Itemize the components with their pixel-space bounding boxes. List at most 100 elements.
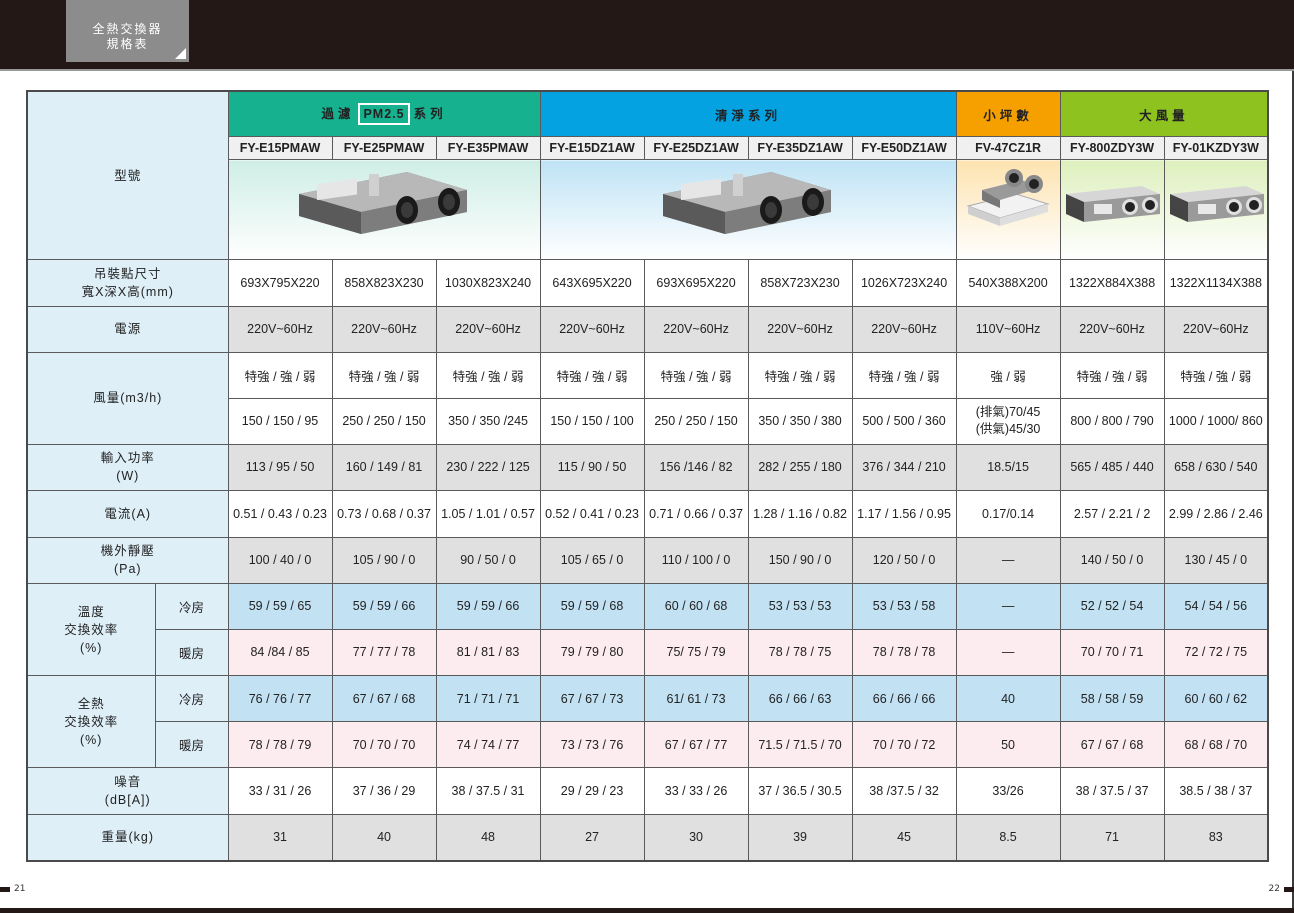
cell-temp-cooling: 59 / 59 / 68 [539,583,645,630]
group-filter-suffix: 系列 [413,107,447,122]
cell-static-pressure: 140 / 50 / 0 [1059,536,1165,585]
cell-current: 0.52 / 0.41 / 0.23 [539,490,645,538]
cell-temp-cooling: 60 / 60 / 68 [643,583,749,630]
model-name: FY-800ZDY3W [1059,136,1165,161]
model-name: FY-01KZDY3W [1163,136,1269,161]
cell-total-heating: 71.5 / 71.5 / 70 [747,720,853,769]
row-temp-eff-heating: 暖房 84 /84 / 85 77 / 77 / 78 81 / 81 / 83… [27,628,1269,677]
cell-temp-heating: — [955,628,1061,677]
cell-airflow-value: 150 / 150 / 100 [539,398,645,445]
cell-temp-heating: 77 / 77 / 78 [331,628,437,677]
row-label-temp-eff: 溫度 交換效率 (%) [26,583,156,677]
cell-input-power: 156 /146 / 82 [643,443,749,492]
cell-total-heating: 70 / 70 / 72 [851,720,957,769]
row-label-heating: 暖房 [154,720,229,769]
cell-dimensions: 858X723X230 [747,259,853,307]
product-image-large-2 [1163,159,1269,261]
cell-static-pressure: 90 / 50 / 0 [435,536,541,585]
cell-power-supply: 220V~60Hz [851,305,957,353]
row-total-eff-heating: 暖房 78 / 78 / 79 70 / 70 / 70 74 / 74 / 7… [27,720,1269,769]
cell-temp-cooling: — [955,583,1061,630]
compact-unit-image [966,169,1050,227]
cell-total-cooling: 60 / 60 / 62 [1163,675,1269,722]
corner-triangle-icon [175,48,186,59]
cell-total-heating: 67 / 67 / 77 [643,720,749,769]
cell-dimensions: 1026X723X240 [851,259,957,307]
group-filter-pm25: 過濾 PM2.5 系列 [227,90,541,138]
cell-weight: 48 [435,813,541,862]
row-current: 電流(A) 0.51 / 0.43 / 0.23 0.73 / 0.68 / 0… [26,490,1269,538]
model-name: FY-E35PMAW [435,136,541,161]
row-input-power: 輸入功率 (W) 113 / 95 / 50 160 / 149 / 81 230… [26,443,1269,492]
page-number-right: 22 [1269,884,1294,894]
cell-input-power: 230 / 222 / 125 [435,443,541,492]
group-large: 大風量 [1059,90,1269,138]
cell-airflow-value: 800 / 800 / 790 [1059,398,1165,445]
cell-current: 1.28 / 1.16 / 0.82 [747,490,853,538]
cell-airflow-value: 250 / 250 / 150 [331,398,437,445]
cell-total-heating: 70 / 70 / 70 [331,720,437,769]
cell-input-power: 658 / 630 / 540 [1163,443,1269,492]
cell-temp-heating: 81 / 81 / 83 [435,628,541,677]
group-clean: 清淨系列 [539,90,957,138]
cell-weight: 40 [331,813,437,862]
page-marker-icon [1284,886,1294,892]
cell-total-heating: 73 / 73 / 76 [539,720,645,769]
cell-power-supply: 220V~60Hz [227,305,333,353]
cell-static-pressure: — [955,536,1061,585]
section-tag: 全熱交換器 規格表 [66,0,189,62]
page-number-left: 21 [0,884,25,894]
cell-power-supply: 220V~60Hz [1163,305,1269,353]
cell-input-power: 282 / 255 / 180 [747,443,853,492]
cell-airflow-value: 150 / 150 / 95 [227,398,333,445]
cell-noise: 38 / 37.5 / 37 [1059,767,1165,815]
row-label-power-supply: 電源 [26,305,229,353]
cell-total-cooling: 61/ 61 / 73 [643,675,749,722]
cell-temp-cooling: 59 / 59 / 65 [227,583,333,630]
large-unit-image [1066,186,1161,223]
product-image-clean [539,159,957,261]
pm25-badge: PM2.5 [358,103,410,126]
cell-weight: 8.5 [955,813,1061,862]
cell-dimensions: 540X388X200 [955,259,1061,307]
cell-total-cooling: 66 / 66 / 66 [851,675,957,722]
row-power-supply: 電源 220V~60Hz 220V~60Hz 220V~60Hz 220V~60… [26,305,1269,353]
cell-current: 0.51 / 0.43 / 0.23 [227,490,333,538]
cell-current: 2.57 / 2.21 / 2 [1059,490,1165,538]
cell-noise: 33 / 33 / 26 [643,767,749,815]
model-name: FY-E15PMAW [227,136,333,161]
cell-temp-cooling: 52 / 52 / 54 [1059,583,1165,630]
cell-weight: 83 [1163,813,1269,862]
row-temp-eff-cooling: 溫度 交換效率 (%) 冷房 59 / 59 / 65 59 / 59 / 66 5… [26,583,1269,677]
group-small: 小坪數 [955,90,1061,138]
model-name: FY-E25PMAW [331,136,437,161]
cell-noise: 38 /37.5 / 32 [851,767,957,815]
row-label-static-pressure: 機外靜壓 (Pa) [26,536,229,585]
cell-dimensions: 693X795X220 [227,259,333,307]
product-image-large-1 [1059,159,1165,261]
cell-current: 0.71 / 0.66 / 0.37 [643,490,749,538]
cell-static-pressure: 120 / 50 / 0 [851,536,957,585]
cell-input-power: 376 / 344 / 210 [851,443,957,492]
cell-total-heating: 67 / 67 / 68 [1059,720,1165,769]
cell-total-heating: 68 / 68 / 70 [1163,720,1269,769]
large-unit-image [1169,186,1264,223]
cell-total-cooling: 66 / 66 / 63 [747,675,853,722]
cell-airflow-mode: 特強 / 強 / 弱 [1163,351,1269,400]
cell-airflow-value: 350 / 350 / 380 [747,398,853,445]
cell-power-supply: 220V~60Hz [643,305,749,353]
cell-airflow-mode: 特強 / 強 / 弱 [643,351,749,400]
cell-noise: 37 / 36 / 29 [331,767,437,815]
row-weight: 重量(kg) 31 40 48 27 30 39 45 8.5 71 83 [26,813,1269,862]
cell-dimensions: 693X695X220 [643,259,749,307]
row-label-cooling: 冷房 [154,583,229,630]
spec-table: 型號 過濾 PM2.5 系列 清淨系列 小坪數 大風量 FY-E15PMAW FY-… [26,90,1270,862]
row-label-current: 電流(A) [26,490,229,538]
cell-airflow-mode: 特強 / 強 / 弱 [747,351,853,400]
cell-temp-cooling: 53 / 53 / 53 [747,583,853,630]
row-label-airflow: 風量(m3/h) [26,351,229,445]
cell-airflow-value: 350 / 350 /245 [435,398,541,445]
cell-dimensions: 643X695X220 [539,259,645,307]
cell-airflow-mode: 特強 / 強 / 弱 [227,351,333,400]
cell-temp-cooling: 59 / 59 / 66 [435,583,541,630]
